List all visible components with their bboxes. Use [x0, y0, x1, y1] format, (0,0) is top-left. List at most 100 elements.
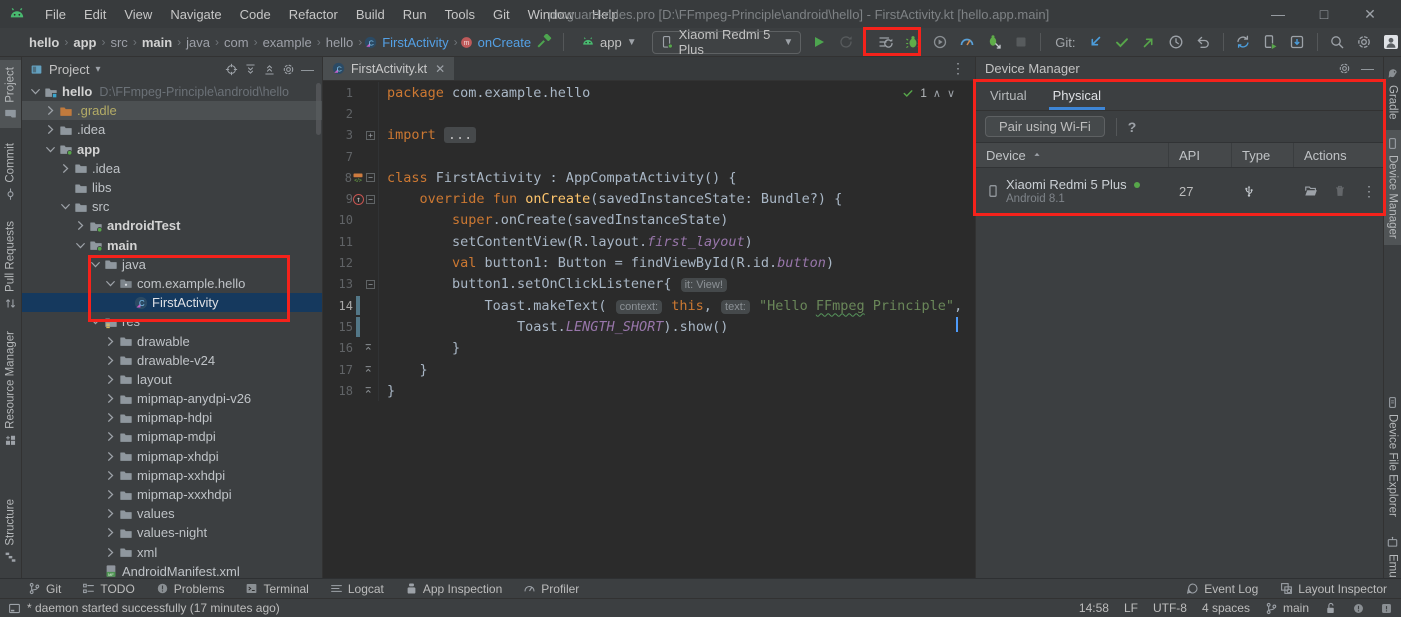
code-line-14[interactable]: 14 Toast.makeText( context: this, text: …: [323, 295, 975, 316]
run-configuration-select[interactable]: app▼: [574, 31, 644, 54]
tool-tab-pull-requests[interactable]: Pull Requests: [0, 214, 21, 317]
tree-item-com-example-hello[interactable]: com.example.hello: [22, 274, 322, 293]
inspection-widget[interactable]: 1 ∧∨: [902, 86, 961, 100]
breadcrumb-oncreate[interactable]: onCreate: [475, 35, 534, 50]
tree-item-java[interactable]: java: [22, 255, 322, 274]
tool-tab-commit[interactable]: Commit: [0, 136, 21, 208]
tree-item-hello[interactable]: helloD:\FFmpeg-Principle\android\hello: [22, 82, 322, 101]
minimize-icon[interactable]: —: [1255, 6, 1301, 22]
maximize-icon[interactable]: □: [1301, 6, 1347, 22]
run-button[interactable]: [809, 31, 828, 53]
tree-item-main[interactable]: main: [22, 236, 322, 255]
gutter[interactable]: 1: [323, 82, 379, 103]
menu-file[interactable]: File: [36, 7, 75, 22]
chevron-down-icon[interactable]: [43, 142, 58, 157]
tree-item-app[interactable]: app: [22, 140, 322, 159]
gutter[interactable]: 11: [323, 231, 379, 252]
project-scrollbar[interactable]: [316, 83, 321, 135]
code-line-17[interactable]: 17 }: [323, 359, 975, 380]
window-dock-icon[interactable]: [8, 602, 21, 615]
tree-item-res[interactable]: res: [22, 312, 322, 331]
fold-collapse-icon[interactable]: −: [366, 173, 375, 182]
column-header-actions[interactable]: Actions: [1294, 143, 1382, 167]
column-header-api[interactable]: API: [1169, 143, 1232, 167]
breadcrumb-java[interactable]: java: [183, 35, 213, 50]
profile-avatar-button[interactable]: [1382, 31, 1401, 53]
tree-item-mipmap-xxxhdpi[interactable]: mipmap-xxxhdpi: [22, 485, 322, 504]
settings-button[interactable]: [1355, 31, 1374, 53]
code-line-12[interactable]: 12 val button1: Button = findViewById(R.…: [323, 252, 975, 273]
build-button[interactable]: [534, 31, 553, 53]
menu-git[interactable]: Git: [484, 7, 519, 22]
fold-collapse-icon[interactable]: −: [366, 280, 375, 289]
status-utf-8[interactable]: UTF-8: [1153, 601, 1187, 615]
chevron-down-icon[interactable]: [28, 84, 43, 99]
tree-item-layout[interactable]: layout: [22, 370, 322, 389]
commit-button[interactable]: [1113, 31, 1132, 53]
tool-button-git[interactable]: Git: [28, 582, 61, 596]
apply-code-changes-button[interactable]: [876, 31, 895, 53]
menu-edit[interactable]: Edit: [75, 7, 115, 22]
push-button[interactable]: [1140, 31, 1159, 53]
device-manager-button[interactable]: [1261, 31, 1280, 53]
tree-item-mipmap-xxhdpi[interactable]: mipmap-xxhdpi: [22, 466, 322, 485]
code-line-15[interactable]: 15 Toast.LENGTH_SHORT).show(): [323, 316, 975, 337]
code-line-8[interactable]: 8</>−class FirstActivity : AppCompatActi…: [323, 167, 975, 188]
fold-collapse-icon[interactable]: −: [366, 195, 375, 204]
tree-item-values[interactable]: values: [22, 504, 322, 523]
tool-tab-device-file-explorer[interactable]: Device File Explorer: [1384, 389, 1401, 524]
tool-tab-resource-manager[interactable]: Resource Manager: [0, 324, 21, 454]
tab-firstactivity[interactable]: C FirstActivity.kt ✕: [323, 57, 454, 80]
tool-button-app-inspection[interactable]: App Inspection: [405, 582, 502, 596]
override-method-icon[interactable]: ↑: [353, 194, 364, 205]
help-button[interactable]: ?: [1128, 119, 1137, 135]
chevron-right-icon[interactable]: [103, 334, 118, 349]
close-icon[interactable]: ✕: [1347, 6, 1393, 23]
history-button[interactable]: [1167, 31, 1186, 53]
code-line-18[interactable]: 18}: [323, 380, 975, 401]
tree-item--gradle[interactable]: .gradle: [22, 101, 322, 120]
chevron-right-icon[interactable]: [73, 218, 88, 233]
gutter[interactable]: 10: [323, 210, 379, 231]
status-main[interactable]: main: [1265, 601, 1309, 615]
code-line-7[interactable]: 7: [323, 146, 975, 167]
device-manager-gear-icon[interactable]: [1338, 62, 1351, 75]
menu-tools[interactable]: Tools: [436, 7, 484, 22]
chevron-right-icon[interactable]: [103, 545, 118, 560]
expand-all-icon[interactable]: [244, 63, 257, 76]
rollback-button[interactable]: [1194, 31, 1213, 53]
breadcrumb-hello[interactable]: hello: [323, 35, 356, 50]
chevron-down-icon[interactable]: [58, 199, 73, 214]
status-lf[interactable]: LF: [1124, 601, 1138, 615]
tree-item--idea[interactable]: .idea: [22, 159, 322, 178]
gutter[interactable]: 17: [323, 359, 379, 380]
tool-button-logcat[interactable]: Logcat: [330, 582, 384, 596]
device-manager-tab-physical[interactable]: Physical: [1053, 80, 1101, 110]
fold-expand-icon[interactable]: +: [366, 131, 375, 140]
search-everywhere-button[interactable]: [1328, 31, 1347, 53]
tree-item-androidtest[interactable]: androidTest: [22, 216, 322, 235]
chevron-down-icon[interactable]: [88, 257, 103, 272]
tool-button-layout-inspector[interactable]: Layout Inspector: [1280, 582, 1387, 596]
chevron-right-icon[interactable]: [103, 391, 118, 406]
tree-item-firstactivity[interactable]: CFirstActivity: [22, 293, 322, 312]
debug-button[interactable]: [903, 31, 922, 53]
tool-button-todo[interactable]: TODO: [82, 582, 134, 596]
gutter[interactable]: 12: [323, 252, 379, 273]
chevron-right-icon[interactable]: [103, 410, 118, 425]
device-table-row[interactable]: Xiaomi Redmi 5 Plus Android 8.1 27 ⋮: [976, 168, 1383, 214]
code-line-2[interactable]: 2: [323, 103, 975, 124]
code-area[interactable]: 1package com.example.hello23+import ...7…: [323, 81, 975, 577]
chevron-right-icon[interactable]: [103, 487, 118, 502]
chevron-down-icon[interactable]: ▾: [95, 64, 100, 75]
tree-item-androidmanifest-xml[interactable]: MFAndroidManifest.xml: [22, 562, 322, 578]
tree-item-libs[interactable]: libs: [22, 178, 322, 197]
breadcrumb-src[interactable]: src: [107, 35, 130, 50]
device-select[interactable]: Xiaomi Redmi 5 Plus▼: [652, 31, 802, 54]
fold-end-icon[interactable]: [363, 364, 375, 376]
open-folder-icon[interactable]: [1304, 184, 1318, 198]
menu-refactor[interactable]: Refactor: [280, 7, 347, 22]
tool-button-event-log[interactable]: Event Log: [1186, 582, 1258, 596]
fold-end-icon[interactable]: [363, 385, 375, 397]
breadcrumb-main[interactable]: main: [139, 35, 175, 50]
